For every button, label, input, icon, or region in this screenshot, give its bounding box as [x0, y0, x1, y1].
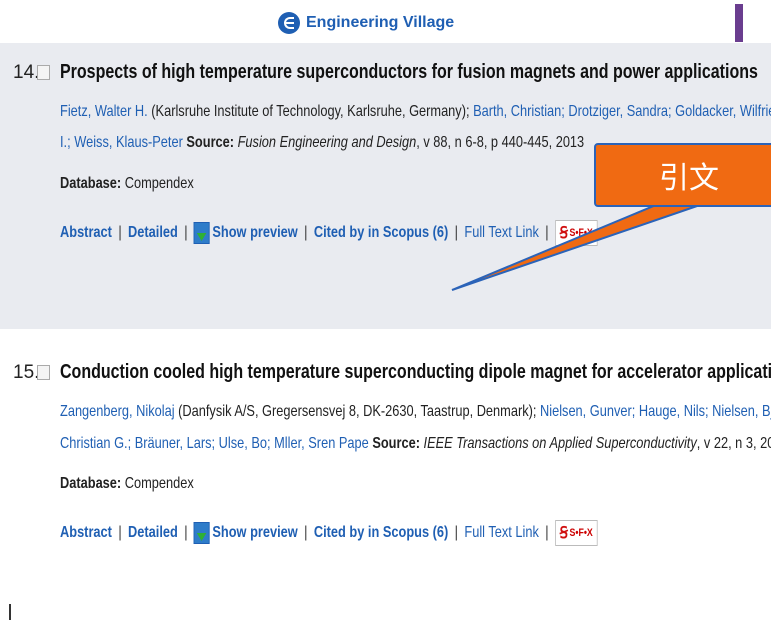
edge-mark [9, 604, 11, 620]
callout-arrow [451, 204, 701, 291]
callout-text: 引文 [659, 162, 719, 195]
callout-pointer [451, 204, 701, 291]
